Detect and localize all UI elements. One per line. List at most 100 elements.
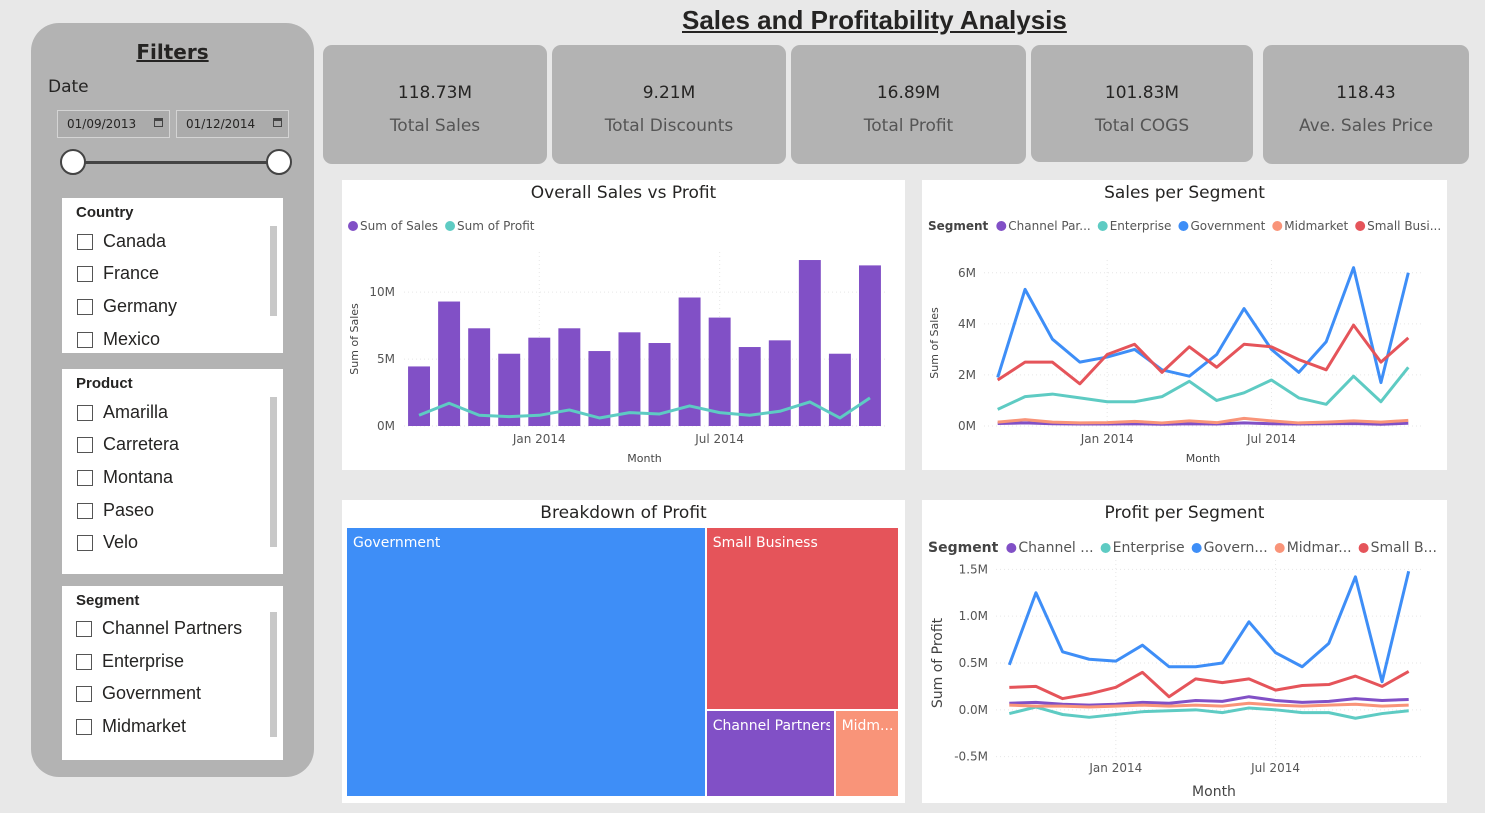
legend-marker [1178,221,1189,231]
legend-marker [445,221,456,231]
y-tick-label: 5M [377,352,395,366]
card-value: 9.21M [642,83,696,103]
y-axis-title: Sum of Profit [930,617,946,708]
scrollbar[interactable] [270,397,277,547]
segment-option[interactable]: Enterprise [76,651,184,672]
option-label: France [103,263,160,283]
checkbox[interactable] [76,653,92,670]
date-end-input[interactable]: 01/12/2014 [176,110,289,138]
legend-item: Enterprise [1113,540,1185,556]
legend-marker [1274,543,1285,553]
product-option[interactable]: Paseo [77,500,154,521]
scrollbar[interactable] [270,612,277,737]
option-label: Carretera [103,434,180,454]
country-option[interactable]: Germany [77,296,177,317]
segment-slicer-title: Segment [76,592,140,609]
scrollbar[interactable] [270,226,277,316]
y-tick-label: 6M [958,266,976,280]
treemap-small-business[interactable]: Small Business [706,528,898,709]
segment-slicer: Segment Channel Partners Enterprise Gove… [62,586,283,760]
country-option[interactable]: France [77,263,159,284]
y-tick-label: 0M [377,419,395,433]
option-label: Canada [103,231,167,251]
card-label: Total Sales [389,116,481,136]
kpi-card-total-profit[interactable]: 16.89M Total Profit [791,45,1026,164]
checkbox[interactable] [77,436,93,453]
y-tick-label: 2M [958,368,976,382]
product-option[interactable]: Carretera [77,434,179,455]
legend-title: Segment [928,540,999,556]
slider-end-handle[interactable] [266,149,292,175]
option-label: Montana [103,467,174,487]
product-option[interactable]: Montana [77,467,173,488]
segment-option[interactable]: Midmarket [76,716,186,737]
option-label: Amarilla [103,402,169,422]
y-axis-title: Sum of Sales [348,303,361,375]
checkbox[interactable] [77,233,93,250]
country-option[interactable]: Canada [77,231,166,252]
treemap-government[interactable]: Government [347,528,705,796]
sales-per-segment-chart[interactable]: Sales per Segment Segment Channel Par... E… [922,180,1447,470]
legend-item: Midmar... [1287,540,1352,556]
checkbox[interactable] [77,534,93,551]
segment-option[interactable]: Channel Partners [76,618,242,639]
checkbox[interactable] [77,404,93,421]
x-axis-title: Month [1192,784,1236,800]
calendar-icon[interactable] [273,118,282,127]
chart-svg: Sum of Sales Sum of Profit 0M 5M 10M Jan 2014… [348,219,885,465]
legend-title: Segment [928,219,989,233]
product-option[interactable]: Velo [77,532,138,553]
y-tick-label: -0.5M [954,750,988,764]
checkbox[interactable] [76,685,92,702]
card-label: Total COGS [1094,116,1190,136]
country-option[interactable]: Mexico [77,329,160,350]
x-tick-label: Jul 2014 [694,432,744,446]
calendar-icon[interactable] [154,118,163,127]
checkbox[interactable] [77,331,93,348]
product-option[interactable]: Amarilla [77,402,168,423]
country-slicer-title: Country [76,204,134,221]
segment-option[interactable]: Government [76,683,201,704]
legend-item: Small Busi... [1367,219,1441,233]
kpi-card-total-discounts[interactable]: 9.21M Total Discounts [552,45,786,164]
x-tick-label: Jan 2014 [1088,761,1142,775]
checkbox[interactable] [76,718,92,735]
kpi-card-ave-sales-price[interactable]: 118.43 Ave. Sales Price [1263,45,1469,164]
card-value: 16.89M [876,83,941,103]
x-axis-title: Month [1186,452,1221,465]
date-label: Date [48,77,89,97]
checkbox[interactable] [77,502,93,519]
checkbox[interactable] [77,298,93,315]
checkbox[interactable] [77,265,93,282]
card-label: Total Discounts [604,116,734,136]
series-line-small-business [1009,670,1410,701]
y-tick-label: 1.5M [959,562,988,576]
treemap-area: Government Small Business Channel Partners… [347,528,900,798]
date-start-input[interactable]: 01/09/2013 [57,110,170,138]
slider-start-handle[interactable] [60,149,86,175]
y-axis-title: Sum of Sales [928,307,941,379]
breakdown-of-profit-treemap[interactable]: Breakdown of Profit Government Small Busi… [342,500,905,803]
treemap-channel-partners[interactable]: Channel Partners [706,710,834,796]
page-title: Sales and Profitability Analysis [682,5,1067,35]
option-label: Enterprise [102,651,185,671]
legend-marker [1097,221,1108,231]
kpi-card-total-cogs[interactable]: 101.83M Total COGS [1031,45,1253,162]
legend-item: Midmarket [1284,219,1348,233]
sales-vs-profit-chart[interactable]: Overall Sales vs Profit Sum of Sales Sum … [342,180,905,470]
checkbox[interactable] [77,469,93,486]
series-line-enterprise [1008,705,1409,720]
date-range-slider[interactable] [74,161,280,164]
option-label: Midmarket [102,716,187,736]
y-tick-label: 4M [958,317,976,331]
card-value: 118.43 [1336,83,1396,103]
treemap-midmarket[interactable]: Midm... [835,710,898,796]
profit-per-segment-chart[interactable]: Profit per Segment Segment Channel ... Ent… [922,500,1447,803]
bar [408,366,431,426]
legend-marker [1272,221,1283,231]
y-tick-label: 0M [958,419,976,433]
x-tick-label: Jul 2014 [1246,432,1296,446]
checkbox[interactable] [76,620,92,637]
treemap-label: Small Business [712,535,818,551]
kpi-card-total-sales[interactable]: 118.73M Total Sales [323,45,547,164]
